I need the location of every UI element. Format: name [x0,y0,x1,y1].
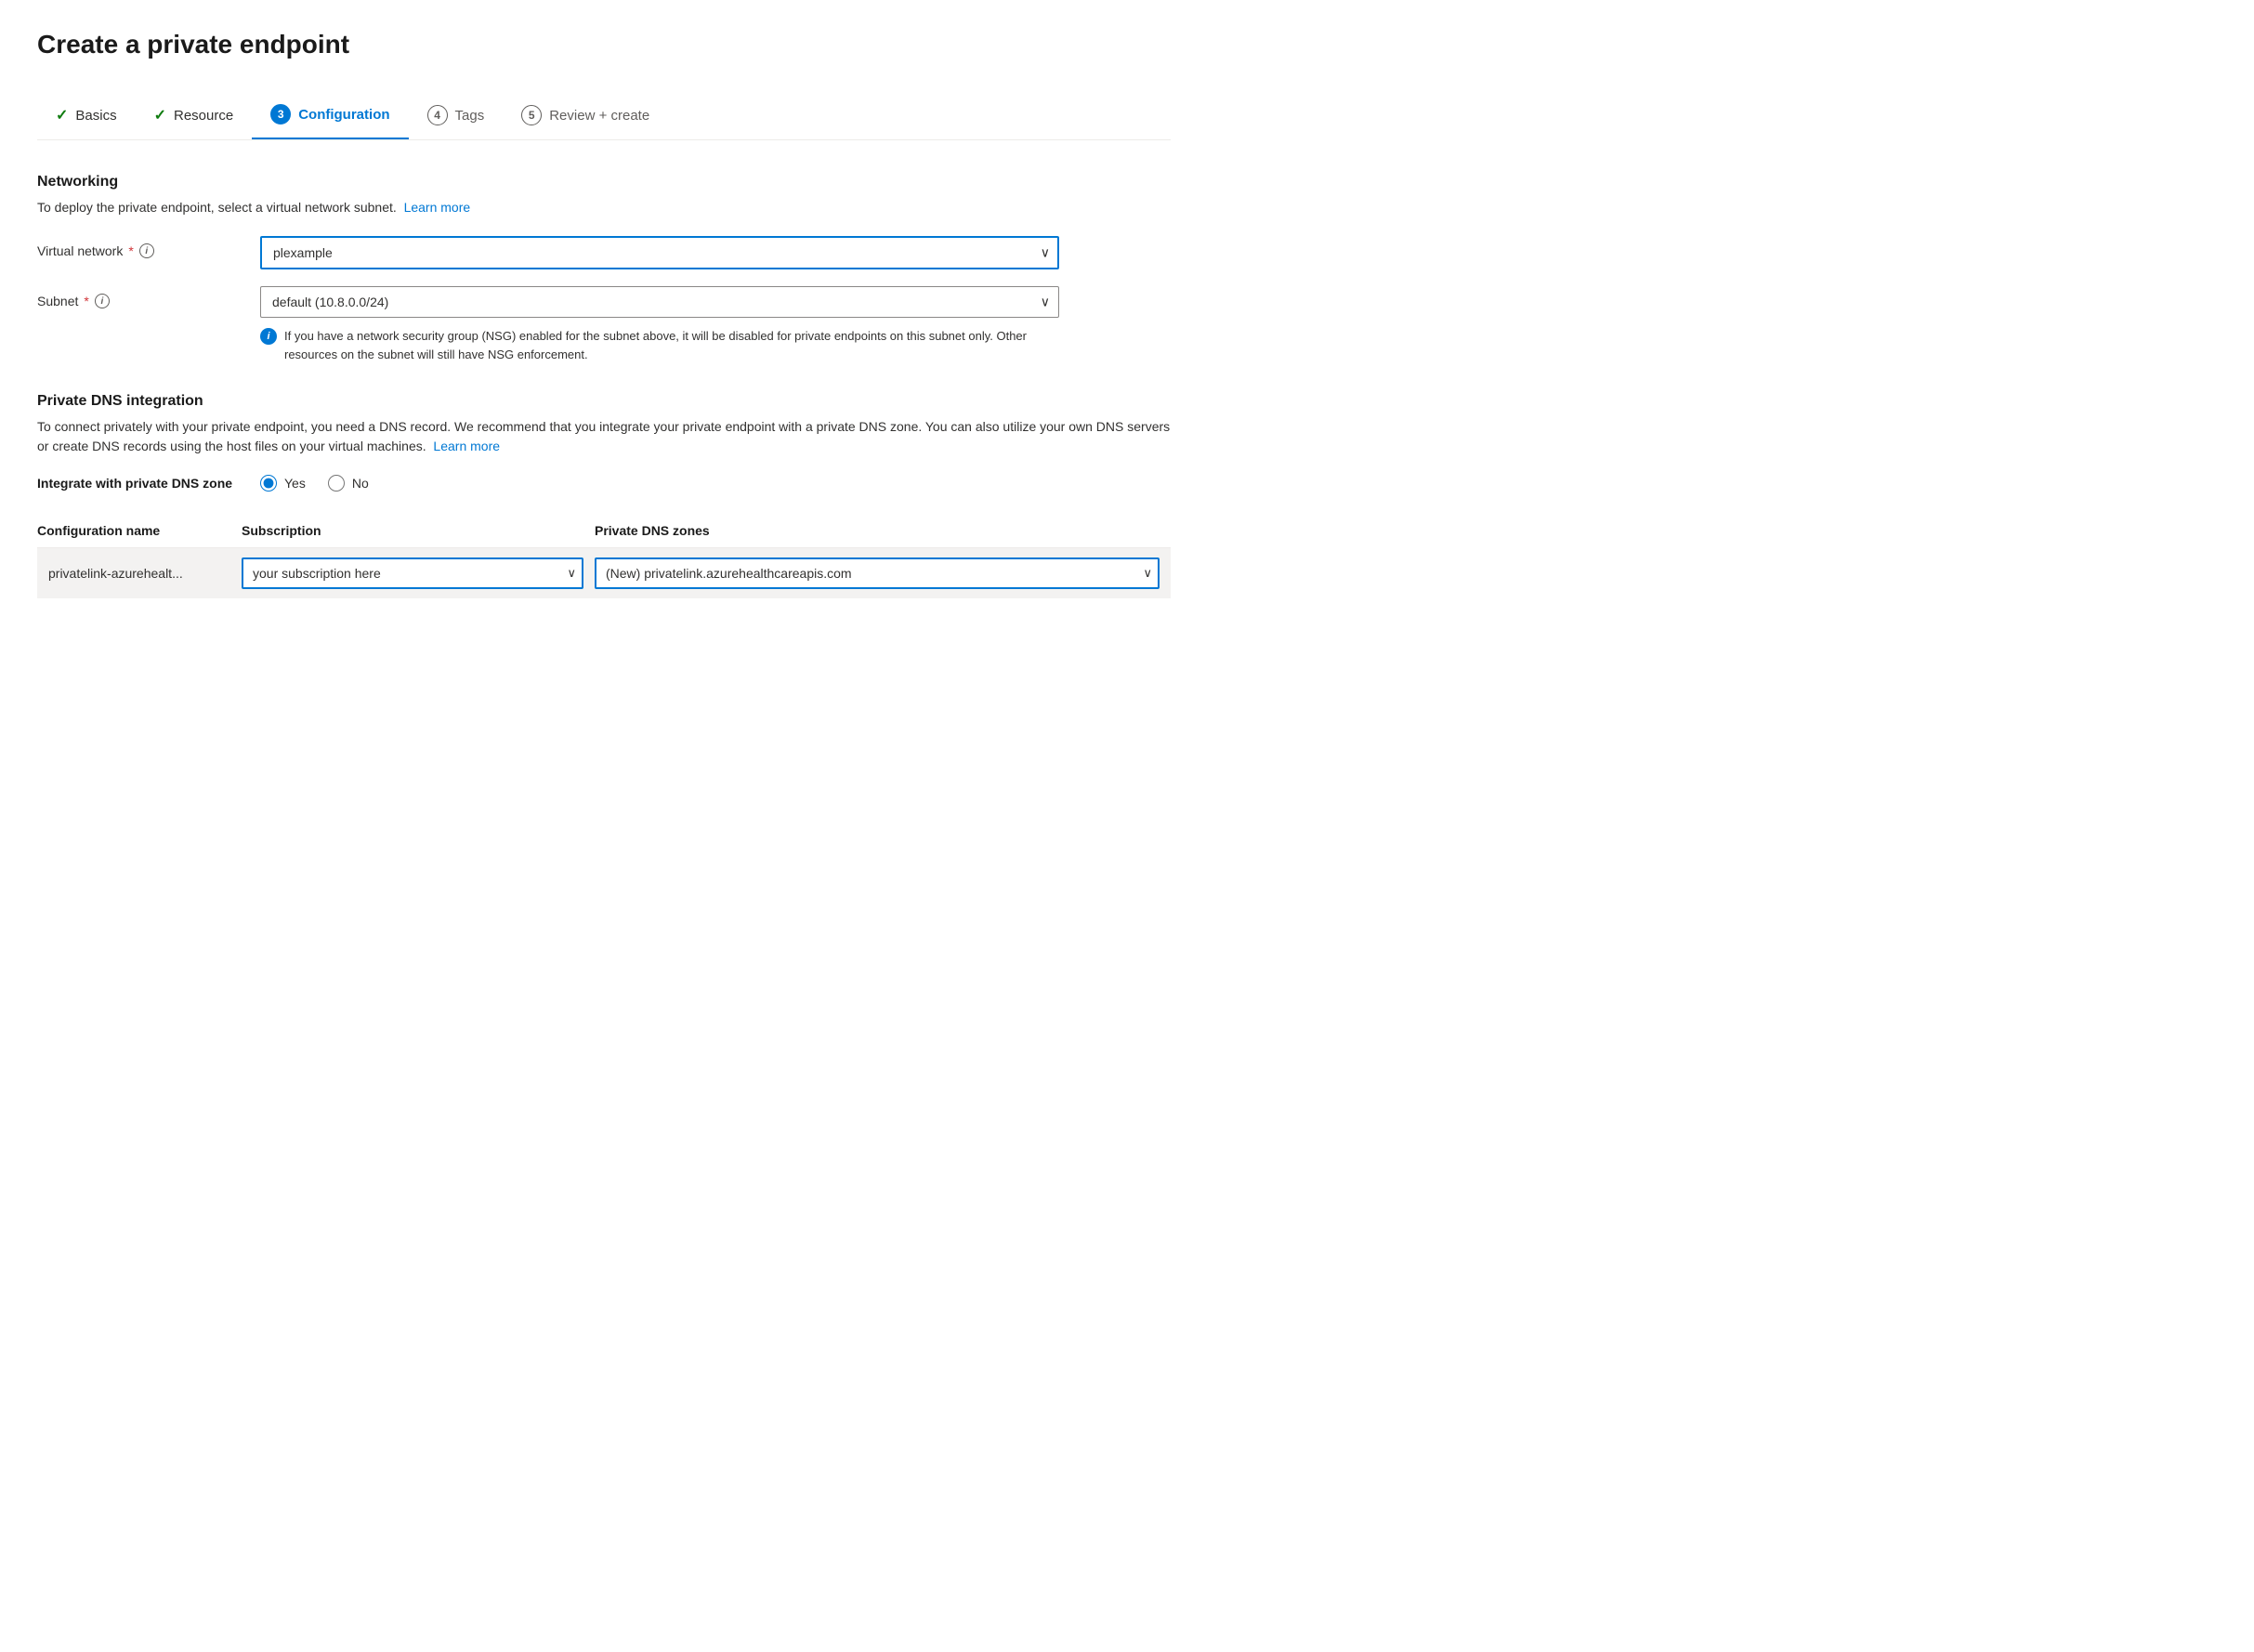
wizard-step-basics[interactable]: ✓ Basics [37,95,136,138]
info-icon-subnet[interactable]: i [95,294,110,308]
dns-section: Private DNS integration To connect priva… [37,393,1171,598]
subnet-control: default (10.8.0.0/24) ∨ i If you have a … [260,286,1059,363]
step-label-resource: Resource [174,108,233,124]
dns-description: To connect privately with your private e… [37,417,1171,456]
required-star-subnet: * [84,294,88,308]
dns-zone-dropdown-container: (New) privatelink.azurehealthcareapis.co… [595,557,1160,589]
networking-description: To deploy the private endpoint, select a… [37,198,1171,217]
networking-learn-more-link[interactable]: Learn more [404,200,471,215]
subnet-row: Subnet * i default (10.8.0.0/24) ∨ i If … [37,286,1171,363]
integrate-dns-label: Integrate with private DNS zone [37,476,260,491]
dns-table-header-row: Configuration name Subscription Private … [37,514,1171,548]
virtual-network-row: Virtual network * i plexample ∨ [37,236,1171,269]
check-icon-resource: ✓ [154,106,166,125]
radio-yes-input[interactable] [260,475,277,492]
step-label-basics: Basics [75,108,116,124]
virtual-network-label: Virtual network * i [37,236,260,258]
step-number-configuration: 3 [270,104,291,125]
nsg-note-text: If you have a network security group (NS… [284,327,1059,363]
step-label-configuration: Configuration [298,107,389,123]
radio-no-label: No [352,476,369,491]
dns-table: Configuration name Subscription Private … [37,514,1171,598]
dns-learn-more-link[interactable]: Learn more [433,439,500,453]
wizard-steps: ✓ Basics ✓ Resource 3 Configuration 4 Ta… [37,93,1171,140]
networking-title: Networking [37,174,1171,190]
subscription-dropdown-container: your subscription here ∨ [242,557,583,589]
check-icon-basics: ✓ [56,106,68,125]
info-icon-vnet[interactable]: i [139,243,154,258]
wizard-step-review[interactable]: 5 Review + create [503,94,668,138]
networking-section: Networking To deploy the private endpoin… [37,174,1171,363]
config-name-cell: privatelink-azurehealt... [37,548,242,599]
subnet-select[interactable]: default (10.8.0.0/24) [260,286,1059,318]
subscription-select[interactable]: your subscription here [242,557,583,589]
wizard-step-resource[interactable]: ✓ Resource [136,95,253,138]
dns-zone-select[interactable]: (New) privatelink.azurehealthcareapis.co… [595,557,1160,589]
wizard-step-configuration[interactable]: 3 Configuration [252,93,408,139]
dns-section-title: Private DNS integration [37,393,1171,410]
nsg-info-icon: i [260,328,277,345]
dns-table-row: privatelink-azurehealt... your subscript… [37,548,1171,599]
step-number-review: 5 [521,105,542,125]
step-label-tags: Tags [455,108,485,124]
virtual-network-control: plexample ∨ [260,236,1059,269]
integrate-dns-options: Yes No [260,475,369,492]
subscription-cell: your subscription here ∨ [242,548,595,599]
col-header-subscription: Subscription [242,514,595,548]
col-header-config: Configuration name [37,514,242,548]
required-star-vnet: * [128,243,133,258]
integrate-dns-row: Integrate with private DNS zone Yes No [37,475,1171,492]
radio-no-option[interactable]: No [328,475,369,492]
page-title: Create a private endpoint [37,30,1171,59]
subnet-label: Subnet * i [37,286,260,308]
subnet-dropdown-container: default (10.8.0.0/24) ∨ [260,286,1059,318]
col-header-dns-zones: Private DNS zones [595,514,1171,548]
radio-yes-label: Yes [284,476,306,491]
radio-no-input[interactable] [328,475,345,492]
virtual-network-select[interactable]: plexample [260,236,1059,269]
radio-yes-option[interactable]: Yes [260,475,306,492]
virtual-network-dropdown-container: plexample ∨ [260,236,1059,269]
wizard-step-tags[interactable]: 4 Tags [409,94,504,138]
step-number-tags: 4 [427,105,448,125]
step-label-review: Review + create [549,108,649,124]
nsg-info-box: i If you have a network security group (… [260,327,1059,363]
private-dns-zone-cell: (New) privatelink.azurehealthcareapis.co… [595,548,1171,599]
